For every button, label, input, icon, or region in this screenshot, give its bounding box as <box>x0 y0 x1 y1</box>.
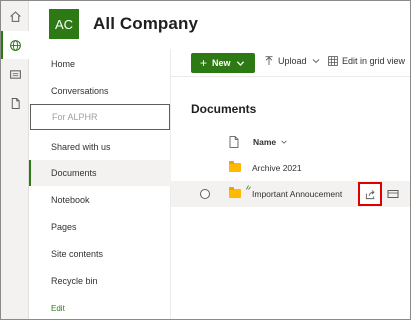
list-item[interactable]: Important Annoucement <box>171 181 410 207</box>
nav-item-documents[interactable]: Documents <box>29 160 171 186</box>
nav-item-pages[interactable]: Pages <box>29 214 171 240</box>
nav-edit-link[interactable]: Edit <box>51 304 65 313</box>
site-logo[interactable]: AC <box>49 9 79 39</box>
site-navigation: Home Conversations For ALPHR Shared with… <box>29 49 171 319</box>
nav-item-label: Documents <box>51 168 97 178</box>
chevron-down-icon <box>236 60 244 66</box>
edit-grid-view-label: Edit in grid view <box>342 56 406 66</box>
nav-item-label: Home <box>51 59 76 69</box>
chevron-down-icon <box>281 140 287 144</box>
nav-item-label: Recycle bin <box>51 276 98 286</box>
edit-grid-view-button[interactable]: Edit in grid view <box>328 56 405 66</box>
nav-item-label: Notebook <box>51 195 90 205</box>
news-icon[interactable] <box>6 65 24 83</box>
chevron-down-icon <box>312 59 319 64</box>
upload-label: Upload <box>278 56 307 66</box>
folder-icon <box>229 161 241 172</box>
item-name[interactable]: Archive 2021 <box>252 163 302 173</box>
share-button[interactable] <box>358 182 382 206</box>
library-title: Documents <box>191 102 257 116</box>
site-title[interactable]: All Company <box>93 14 198 34</box>
nav-item-label: Site contents <box>51 249 104 259</box>
nav-item-label: Shared with us <box>51 142 111 152</box>
app-rail <box>1 1 29 319</box>
new-button[interactable]: + New <box>191 53 255 73</box>
nav-item-site-contents[interactable]: Site contents <box>29 241 171 267</box>
share-icon <box>365 189 375 199</box>
nav-item-label: Pages <box>51 222 77 232</box>
nav-item-label: Conversations <box>51 86 109 96</box>
name-column-label: Name <box>253 137 277 147</box>
nav-item-home[interactable]: Home <box>29 51 171 77</box>
new-item-sparkle-icon <box>246 185 251 190</box>
upload-arrow-icon <box>265 56 273 65</box>
row-select-checkbox[interactable] <box>200 189 210 199</box>
nav-item-notebook[interactable]: Notebook <box>29 187 171 213</box>
more-actions-icon[interactable] <box>387 188 399 200</box>
command-bar: + New Upload Edit in grid view <box>171 49 410 77</box>
new-button-label: New <box>212 58 231 68</box>
grid-icon <box>328 56 338 66</box>
file-type-icon[interactable] <box>229 136 239 148</box>
nav-link-name-field[interactable]: For ALPHR <box>30 104 170 130</box>
nav-item-shared-with-us[interactable]: Shared with us <box>29 134 171 160</box>
home-icon[interactable] <box>6 7 24 25</box>
document-icon[interactable] <box>6 94 24 112</box>
upload-button[interactable]: Upload <box>264 56 321 66</box>
globe-icon[interactable] <box>6 36 24 54</box>
column-header-row: Name <box>171 129 410 155</box>
list-item[interactable]: Archive 2021 <box>171 155 410 181</box>
name-column-header[interactable]: Name <box>253 137 288 147</box>
item-name[interactable]: Important Annoucement <box>252 189 342 199</box>
plus-icon: + <box>200 56 208 70</box>
folder-icon <box>229 187 241 198</box>
nav-item-conversations[interactable]: Conversations <box>29 78 171 104</box>
nav-item-recycle-bin[interactable]: Recycle bin <box>29 268 171 294</box>
app-window: AC All Company Home Conversations For AL… <box>0 0 411 320</box>
